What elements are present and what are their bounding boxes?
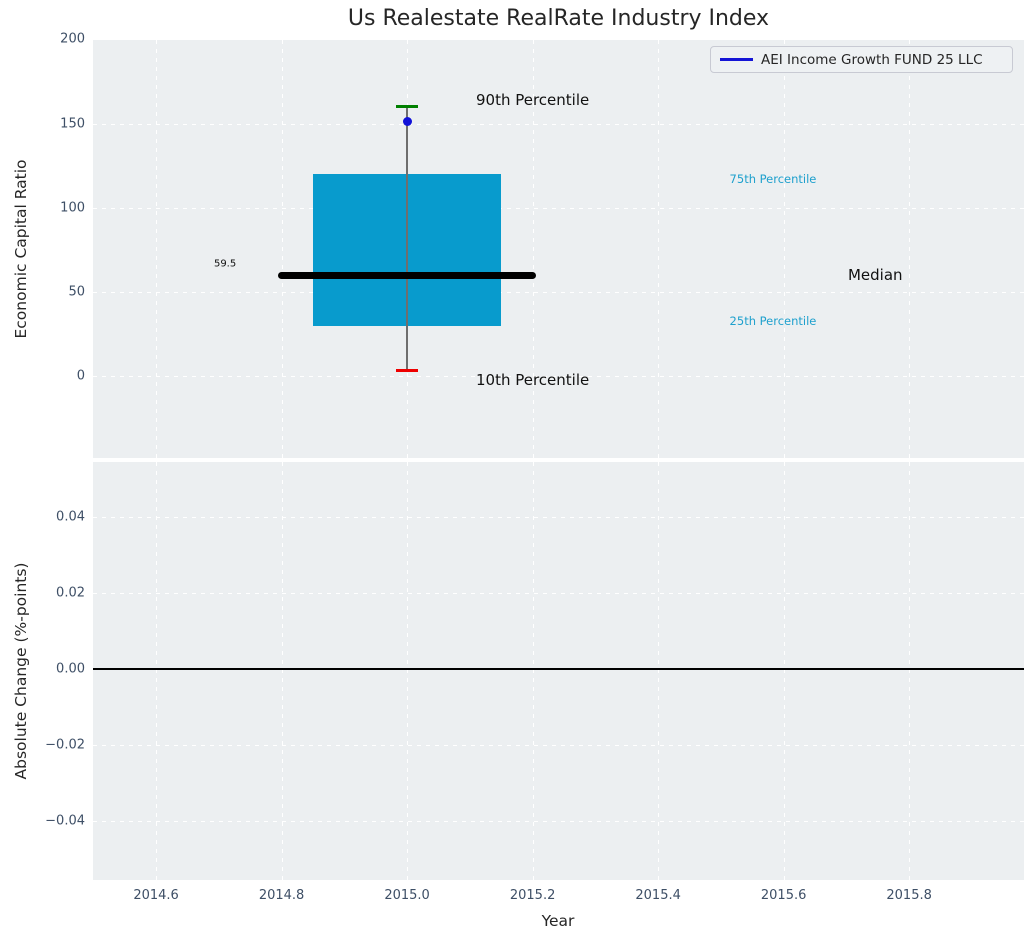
gridline-y xyxy=(93,291,1024,293)
y-tick-label: −0.04 xyxy=(45,813,85,829)
x-axis-label: Year xyxy=(541,912,575,930)
gridline-x xyxy=(658,40,660,458)
x-tick-label: 2015.0 xyxy=(384,888,430,903)
p10-cap xyxy=(395,368,419,372)
gridline-y xyxy=(93,821,1024,823)
legend: AEI Income Growth FUND 25 LLC xyxy=(710,46,1013,73)
gridline-x xyxy=(909,40,911,458)
annotation-90th-percentile: 90th Percentile xyxy=(475,90,590,109)
y-tick-label: 50 xyxy=(68,284,85,300)
gridline-y xyxy=(93,517,1024,519)
legend-line-sample-icon xyxy=(720,58,753,61)
annotation-10th-percentile: 10th Percentile xyxy=(475,370,590,389)
chart-figure: Us Realestate RealRate Industry Index 20… xyxy=(0,0,1034,942)
gridline-x xyxy=(658,462,660,880)
y-tick-label: 0.04 xyxy=(56,509,85,525)
whisker-line xyxy=(406,106,408,371)
legend-label: AEI Income Growth FUND 25 LLC xyxy=(761,51,983,68)
axes-economic-capital-ratio: 200 150 100 50 0 90th Percentile 10th Percenti… xyxy=(60,32,1024,458)
p90-cap xyxy=(395,105,419,109)
gridline-x xyxy=(281,40,283,458)
zero-line xyxy=(93,668,1024,670)
gridline-x xyxy=(281,462,283,880)
gridline-x xyxy=(532,462,534,880)
gridline-x xyxy=(783,462,785,880)
annotation-75th-percentile: 75th Percentile xyxy=(729,172,817,187)
y-tick-label: 0.02 xyxy=(56,585,85,601)
gridline-x xyxy=(783,40,785,458)
y-tick-label: 150 xyxy=(60,116,85,132)
y-tick-label: 0 xyxy=(76,368,85,384)
gridline-x xyxy=(909,462,911,880)
y-tick-label: 200 xyxy=(60,31,85,47)
y-tick-label: 100 xyxy=(60,200,85,216)
gridline-y xyxy=(93,745,1024,747)
x-tick-label: 2015.6 xyxy=(760,888,807,903)
y-tick-label: −0.02 xyxy=(45,737,85,753)
x-tick-label: 2015.2 xyxy=(509,888,556,903)
axes-absolute-change: 2014.6 2014.8 2015.0 2015.2 2015.4 2015.6 2015… xyxy=(45,462,1024,903)
x-tick-label: 2014.8 xyxy=(258,888,305,903)
median-line xyxy=(278,272,536,280)
annotation-median: Median xyxy=(847,266,903,285)
gridline-x xyxy=(407,462,409,880)
annotation-59-5: 59.5 xyxy=(213,258,237,270)
annotation-25th-percentile: 25th Percentile xyxy=(729,313,817,328)
y-tick-label: 0.00 xyxy=(56,661,85,677)
gridline-y xyxy=(93,123,1024,125)
gridline-x xyxy=(156,462,158,880)
y-axis-label-bottom: Absolute Change (%-points) xyxy=(12,562,30,780)
fund-marker xyxy=(402,116,412,126)
gridline-x xyxy=(156,40,158,458)
x-tick-label: 2014.6 xyxy=(133,888,179,903)
chart-title: Us Realestate RealRate Industry Index xyxy=(347,6,770,31)
x-tick-label: 2015.4 xyxy=(635,888,681,903)
y-axis-label-top: Economic Capital Ratio xyxy=(12,159,30,339)
gridline-y xyxy=(93,593,1024,595)
x-tick-label: 2015.8 xyxy=(886,888,932,903)
gridline-y xyxy=(93,207,1024,209)
